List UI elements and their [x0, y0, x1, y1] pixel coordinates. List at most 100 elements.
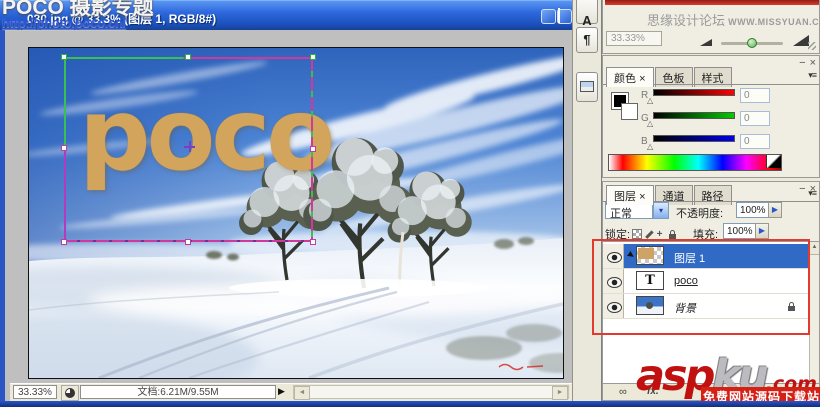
opacity-label: 不透明度:	[676, 208, 724, 220]
panel-close-button[interactable]: ×	[810, 57, 816, 69]
navigator-zoom-slider[interactable]	[721, 38, 783, 48]
background-locked-icon	[788, 302, 795, 311]
opacity-spinner-arrow[interactable]: ▶	[768, 202, 782, 218]
fill-label: 填充:	[693, 229, 719, 241]
image-palette-button[interactable]	[576, 72, 598, 102]
scroll-up-button[interactable]: ▲	[810, 242, 819, 255]
color-spectrum-ramp[interactable]	[608, 154, 782, 171]
tab-close-icon[interactable]: ×	[639, 73, 645, 85]
status-popup-arrow[interactable]: ▶	[278, 386, 290, 397]
background-color-swatch[interactable]	[621, 103, 638, 120]
layer1-content-preview	[638, 248, 654, 259]
layer-name[interactable]: 背景	[674, 300, 696, 316]
blue-channel-slider[interactable]	[653, 135, 735, 142]
tab-color[interactable]: 颜色 ×	[606, 67, 654, 87]
lock-all-icon[interactable]	[668, 229, 676, 239]
lock-transparency-icon[interactable]	[632, 229, 642, 240]
status-bar: 33.33% 文档:6.21M/9.55M ▶ ◄ ►	[10, 383, 572, 401]
blue-slider-thumb[interactable]: △	[647, 142, 653, 151]
tab-close-icon[interactable]: ×	[639, 191, 645, 203]
poco-layer-text: poco	[79, 76, 335, 193]
red-slider-thumb[interactable]: △	[647, 96, 653, 105]
missyuan-site: WWW.MISSYUAN.COM	[728, 17, 820, 27]
clock-icon	[65, 388, 75, 398]
lock-label: 锁定:	[605, 229, 631, 241]
image-canvas[interactable]: poco	[28, 47, 564, 379]
lock-position-icon[interactable]: +	[657, 229, 663, 240]
color-panel: − × 颜色 × 色板 样式 ▾≡ R △ 0 G △ 0 B △ 0	[602, 55, 820, 178]
black-white-swatch[interactable]	[766, 155, 781, 168]
panel-minimize-button[interactable]: −	[799, 57, 805, 69]
window-bottom-edge	[0, 401, 820, 407]
layer-row-background[interactable]: 背景	[603, 294, 809, 319]
window-maximize-button[interactable]	[557, 8, 572, 24]
panel-minimize-button[interactable]: −	[799, 183, 805, 195]
paragraph-palette-button[interactable]: ¶	[576, 27, 598, 53]
blue-value-field[interactable]: 0	[740, 134, 770, 149]
background-thumbnail[interactable]	[636, 296, 664, 315]
layer-style-fx-icon[interactable]: fx.	[647, 386, 659, 397]
color-panel-menu-icon[interactable]: ▾≡	[808, 70, 817, 81]
missyuan-name: 思缘设计论坛	[647, 13, 726, 28]
document-window: 030.jpg @ 33.3% (图层 1, RGB/8#) poco 33.3…	[0, 0, 572, 401]
opacity-value-field[interactable]: 100%	[736, 202, 769, 218]
layer1-thumbnail[interactable]	[636, 246, 664, 265]
row-highlight: 图层 1	[624, 244, 809, 268]
layers-panel: − × 图层 × 通道 路径 ▾≡ 正常 ▾ 不透明度: 100% ▶ 锁定: + 填…	[602, 181, 820, 401]
zoom-out-icon[interactable]	[700, 39, 712, 46]
horizontal-scrollbar[interactable]: ◄ ►	[293, 385, 569, 400]
visibility-cell	[603, 294, 624, 318]
layers-scrollbar[interactable]: ▲	[809, 242, 819, 387]
layers-list: 图层 1 T poco 背景 ▲	[603, 241, 819, 387]
scroll-right-button[interactable]: ►	[552, 386, 568, 400]
scroll-left-button[interactable]: ◄	[294, 386, 310, 400]
palette-dock-strip: A ¶	[572, 0, 601, 401]
navigator-panel: 思缘设计论坛 WWW.MISSYUAN.COM 33.33%	[602, 0, 820, 54]
zoom-in-icon[interactable]	[793, 35, 809, 46]
color-panel-tabs: 颜色 × 色板 样式	[606, 67, 733, 87]
image-panel-icon	[580, 81, 594, 92]
photoshop-workspace: 030.jpg @ 33.3% (图层 1, RGB/8#) poco 33.3…	[0, 0, 820, 407]
visibility-cell	[603, 244, 624, 268]
red-watermark-bar	[605, 0, 819, 5]
panel-resize-grip[interactable]	[808, 42, 816, 50]
red-value-field[interactable]: 0	[740, 88, 770, 103]
fill-spinner-arrow[interactable]: ▶	[755, 223, 769, 239]
missyuan-watermark: 思缘设计论坛 WWW.MISSYUAN.COM	[647, 10, 820, 29]
layers-panel-tabs: 图层 × 通道 路径	[606, 185, 733, 205]
layer-row-layer1[interactable]: 图层 1	[603, 244, 809, 269]
green-slider-thumb[interactable]: △	[647, 119, 653, 128]
zoom-slider-thumb[interactable]	[747, 38, 757, 48]
fill-value-field[interactable]: 100%	[723, 223, 756, 239]
lock-buttons: +	[632, 228, 679, 240]
layer-name[interactable]: 图层 1	[674, 250, 705, 266]
green-channel-slider[interactable]	[653, 112, 735, 119]
maximize-icon	[558, 8, 560, 23]
visibility-cell	[603, 269, 624, 293]
document-titlebar[interactable]: 030.jpg @ 33.3% (图层 1, RGB/8#)	[0, 0, 572, 30]
layers-panel-menu-icon[interactable]: ▾≡	[808, 188, 817, 199]
text-layer-thumbnail[interactable]: T	[636, 271, 664, 290]
status-zoom-field[interactable]: 33.33%	[13, 385, 57, 399]
tree-dot	[646, 302, 653, 309]
eye-icon[interactable]	[607, 302, 622, 313]
tab-paths[interactable]: 路径	[693, 185, 732, 205]
eye-icon[interactable]	[607, 252, 622, 263]
lock-pixels-icon[interactable]	[645, 230, 654, 239]
status-doc-size: 文档:6.21M/9.55M	[80, 385, 276, 399]
link-layers-icon[interactable]: ∞	[619, 386, 627, 398]
layer-row-poco[interactable]: T poco	[603, 269, 809, 294]
layer-name[interactable]: poco	[674, 275, 698, 287]
eye-icon[interactable]	[607, 277, 622, 288]
character-palette-button[interactable]: A	[576, 0, 598, 28]
status-scratch-icon[interactable]	[61, 385, 79, 401]
document-title: 030.jpg @ 33.3% (图层 1, RGB/8#)	[27, 12, 217, 26]
window-minimize-button[interactable]	[541, 9, 556, 24]
red-channel-slider[interactable]	[653, 89, 735, 96]
navigator-zoom-field[interactable]: 33.33%	[606, 31, 662, 46]
blend-mode-arrow-icon[interactable]: ▾	[653, 202, 669, 219]
tab-layers[interactable]: 图层 ×	[606, 185, 654, 205]
panel-dock: 思缘设计论坛 WWW.MISSYUAN.COM 33.33% −× 颜色 ×色板…	[601, 0, 820, 401]
green-value-field[interactable]: 0	[740, 111, 770, 126]
color-panel-controls: − ×	[795, 57, 816, 69]
